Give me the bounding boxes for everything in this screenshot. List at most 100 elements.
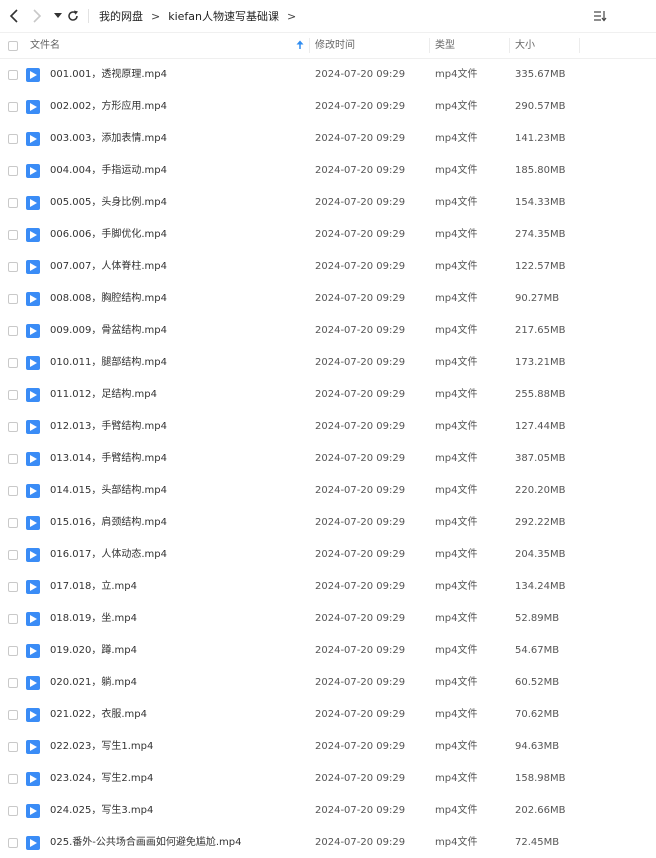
row-checkbox[interactable]	[8, 806, 18, 816]
file-row[interactable]: 025.番外-公共场合画画如何避免尴尬.mp4 2024-07-20 09:29…	[0, 827, 656, 858]
file-modified-time: 2024-07-20 09:29	[315, 389, 406, 400]
file-row[interactable]: 017.018，立.mp4 2024-07-20 09:29 mp4文件 134…	[0, 571, 656, 603]
file-name[interactable]: 020.021，躺.mp4	[50, 667, 137, 699]
row-checkbox[interactable]	[8, 102, 18, 112]
column-header-type[interactable]: 类型	[435, 33, 455, 58]
file-name[interactable]: 009.009，骨盆结构.mp4	[50, 315, 167, 347]
back-button[interactable]	[6, 8, 22, 24]
column-divider[interactable]	[579, 38, 580, 53]
video-file-icon	[26, 260, 40, 274]
file-name[interactable]: 024.025，写生3.mp4	[50, 795, 153, 827]
row-checkbox[interactable]	[8, 262, 18, 272]
file-row[interactable]: 001.001，透视原理.mp4 2024-07-20 09:29 mp4文件 …	[0, 59, 656, 91]
forward-button[interactable]	[29, 8, 45, 24]
row-checkbox[interactable]	[8, 454, 18, 464]
history-dropdown-button[interactable]	[50, 8, 66, 24]
file-name[interactable]: 008.008，胸腔结构.mp4	[50, 283, 167, 315]
file-name[interactable]: 003.003，添加表情.mp4	[50, 123, 167, 155]
file-name[interactable]: 015.016，肩颈结构.mp4	[50, 507, 167, 539]
file-row[interactable]: 012.013，手臂结构.mp4 2024-07-20 09:29 mp4文件 …	[0, 411, 656, 443]
file-modified-time: 2024-07-20 09:29	[315, 549, 406, 560]
column-divider[interactable]	[309, 38, 310, 53]
file-row[interactable]: 018.019，坐.mp4 2024-07-20 09:29 mp4文件 52.…	[0, 603, 656, 635]
file-name[interactable]: 001.001，透视原理.mp4	[50, 59, 167, 91]
file-row[interactable]: 015.016，肩颈结构.mp4 2024-07-20 09:29 mp4文件 …	[0, 507, 656, 539]
row-checkbox[interactable]	[8, 838, 18, 848]
row-checkbox[interactable]	[8, 390, 18, 400]
file-row[interactable]: 006.006，手脚优化.mp4 2024-07-20 09:29 mp4文件 …	[0, 219, 656, 251]
file-row[interactable]: 021.022，衣服.mp4 2024-07-20 09:29 mp4文件 70…	[0, 699, 656, 731]
file-row[interactable]: 014.015，头部结构.mp4 2024-07-20 09:29 mp4文件 …	[0, 475, 656, 507]
row-checkbox[interactable]	[8, 710, 18, 720]
row-checkbox[interactable]	[8, 518, 18, 528]
file-name[interactable]: 011.012，足结构.mp4	[50, 379, 157, 411]
file-name[interactable]: 017.018，立.mp4	[50, 571, 137, 603]
file-type: mp4文件	[435, 261, 478, 272]
row-checkbox[interactable]	[8, 550, 18, 560]
file-name[interactable]: 014.015，头部结构.mp4	[50, 475, 167, 507]
file-name[interactable]: 016.017，人体动态.mp4	[50, 539, 167, 571]
sort-options-button[interactable]	[592, 8, 608, 24]
row-checkbox[interactable]	[8, 614, 18, 624]
file-name[interactable]: 019.020，蹲.mp4	[50, 635, 137, 667]
breadcrumb-item-current[interactable]: kiefan人物速写基础课	[168, 8, 279, 24]
file-row[interactable]: 008.008，胸腔结构.mp4 2024-07-20 09:29 mp4文件 …	[0, 283, 656, 315]
row-checkbox[interactable]	[8, 358, 18, 368]
file-name[interactable]: 002.002，方形应用.mp4	[50, 91, 167, 123]
sort-list-icon	[594, 11, 607, 22]
file-row[interactable]: 002.002，方形应用.mp4 2024-07-20 09:29 mp4文件 …	[0, 91, 656, 123]
file-name[interactable]: 012.013，手臂结构.mp4	[50, 411, 167, 443]
file-row[interactable]: 003.003，添加表情.mp4 2024-07-20 09:29 mp4文件 …	[0, 123, 656, 155]
file-name[interactable]: 022.023，写生1.mp4	[50, 731, 153, 763]
breadcrumb-item-root[interactable]: 我的网盘	[99, 8, 143, 24]
file-row[interactable]: 020.021，躺.mp4 2024-07-20 09:29 mp4文件 60.…	[0, 667, 656, 699]
file-row[interactable]: 013.014，手臂结构.mp4 2024-07-20 09:29 mp4文件 …	[0, 443, 656, 475]
column-header-size[interactable]: 大小	[515, 33, 535, 58]
row-checkbox[interactable]	[8, 582, 18, 592]
column-divider[interactable]	[429, 38, 430, 53]
file-name[interactable]: 005.005，头身比例.mp4	[50, 187, 167, 219]
column-header-name[interactable]: 文件名	[30, 33, 60, 58]
row-checkbox[interactable]	[8, 422, 18, 432]
file-name[interactable]: 013.014，手臂结构.mp4	[50, 443, 167, 475]
file-name[interactable]: 018.019，坐.mp4	[50, 603, 137, 635]
file-row[interactable]: 022.023，写生1.mp4 2024-07-20 09:29 mp4文件 9…	[0, 731, 656, 763]
row-checkbox[interactable]	[8, 646, 18, 656]
row-checkbox[interactable]	[8, 742, 18, 752]
file-row[interactable]: 005.005，头身比例.mp4 2024-07-20 09:29 mp4文件 …	[0, 187, 656, 219]
row-checkbox[interactable]	[8, 134, 18, 144]
file-row[interactable]: 009.009，骨盆结构.mp4 2024-07-20 09:29 mp4文件 …	[0, 315, 656, 347]
file-row[interactable]: 023.024，写生2.mp4 2024-07-20 09:29 mp4文件 1…	[0, 763, 656, 795]
file-modified-time: 2024-07-20 09:29	[315, 805, 406, 816]
file-name[interactable]: 004.004，手指运动.mp4	[50, 155, 167, 187]
chevron-left-icon	[9, 9, 18, 23]
file-row[interactable]: 007.007，人体脊柱.mp4 2024-07-20 09:29 mp4文件 …	[0, 251, 656, 283]
file-name[interactable]: 007.007，人体脊柱.mp4	[50, 251, 167, 283]
column-divider[interactable]	[509, 38, 510, 53]
file-row[interactable]: 016.017，人体动态.mp4 2024-07-20 09:29 mp4文件 …	[0, 539, 656, 571]
file-row[interactable]: 004.004，手指运动.mp4 2024-07-20 09:29 mp4文件 …	[0, 155, 656, 187]
file-name[interactable]: 010.011，腿部结构.mp4	[50, 347, 167, 379]
file-name[interactable]: 006.006，手脚优化.mp4	[50, 219, 167, 251]
row-checkbox[interactable]	[8, 198, 18, 208]
file-row[interactable]: 010.011，腿部结构.mp4 2024-07-20 09:29 mp4文件 …	[0, 347, 656, 379]
row-checkbox[interactable]	[8, 486, 18, 496]
row-checkbox[interactable]	[8, 326, 18, 336]
file-row[interactable]: 024.025，写生3.mp4 2024-07-20 09:29 mp4文件 2…	[0, 795, 656, 827]
file-row[interactable]: 011.012，足结构.mp4 2024-07-20 09:29 mp4文件 2…	[0, 379, 656, 411]
row-checkbox[interactable]	[8, 70, 18, 80]
file-name[interactable]: 023.024，写生2.mp4	[50, 763, 153, 795]
row-checkbox[interactable]	[8, 294, 18, 304]
refresh-button[interactable]	[65, 8, 81, 24]
file-name[interactable]: 025.番外-公共场合画画如何避免尴尬.mp4	[50, 827, 242, 858]
select-all-checkbox[interactable]	[8, 41, 18, 51]
column-header-time[interactable]: 修改时间	[315, 33, 355, 58]
file-modified-time: 2024-07-20 09:29	[315, 581, 406, 592]
file-row[interactable]: 019.020，蹲.mp4 2024-07-20 09:29 mp4文件 54.…	[0, 635, 656, 667]
video-file-icon	[26, 676, 40, 690]
file-name[interactable]: 021.022，衣服.mp4	[50, 699, 147, 731]
row-checkbox[interactable]	[8, 678, 18, 688]
row-checkbox[interactable]	[8, 230, 18, 240]
row-checkbox[interactable]	[8, 774, 18, 784]
row-checkbox[interactable]	[8, 166, 18, 176]
